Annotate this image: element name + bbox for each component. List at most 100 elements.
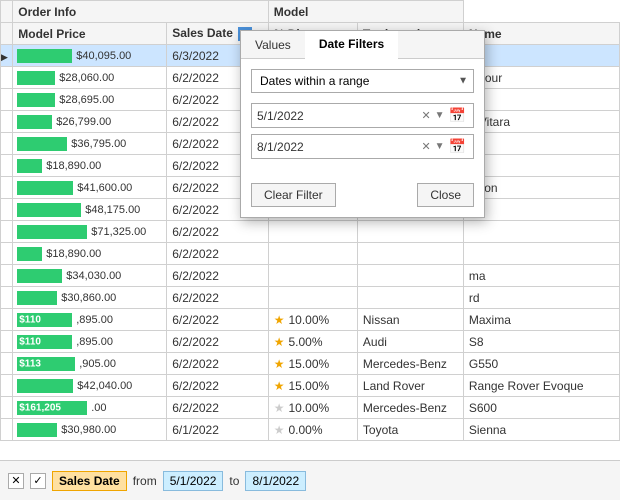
model-name-cell: dition [463, 177, 619, 199]
date-to-arrow-button[interactable]: ▼ [433, 141, 447, 152]
model-name-cell [463, 155, 619, 177]
row-indicator [1, 243, 13, 265]
date-to-row: ✕ ▼ 📅 [251, 134, 474, 159]
row-indicator [1, 155, 13, 177]
row-indicator [1, 265, 13, 287]
date-to-calendar-button[interactable]: 📅 [447, 138, 468, 155]
price-text: ,895.00 [76, 314, 113, 326]
price-text: $18,890.00 [46, 248, 101, 260]
price-cell: $40,095.00 [13, 45, 167, 67]
tab-date-filters[interactable]: Date Filters [305, 31, 398, 59]
date-cell: 6/2/2022 [167, 221, 269, 243]
price-text: $48,175.00 [85, 204, 140, 216]
row-indicator [1, 287, 13, 309]
model-name-cell: astour [463, 67, 619, 89]
date-to-clear-button[interactable]: ✕ [419, 140, 432, 153]
table-row[interactable]: $30,980.006/1/2022★0.00%ToyotaSienna [1, 419, 620, 441]
price-bar [17, 269, 62, 283]
price-bar [17, 247, 42, 261]
row-indicator [1, 89, 13, 111]
date-cell: 6/2/2022 [167, 331, 269, 353]
trademark-cell: Land Rover [357, 375, 463, 397]
table-row[interactable]: $161,205.006/2/2022★10.00%Mercedes-BenzS… [1, 397, 620, 419]
price-bar [17, 291, 57, 305]
date-cell: 6/2/2022 [167, 287, 269, 309]
date-filter-popup: Values Date Filters Dates within a range… [240, 30, 485, 218]
row-indicator [1, 419, 13, 441]
trademark-cell: Mercedes-Benz [357, 353, 463, 375]
date-cell: 6/2/2022 [167, 309, 269, 331]
price-text: $28,060.00 [59, 72, 114, 84]
star-gray-icon: ★ [274, 423, 285, 437]
date-from-row: ✕ ▼ 📅 [251, 103, 474, 128]
table-row[interactable]: $34,030.006/2/2022ma [1, 265, 620, 287]
price-bar: $161,205 [17, 401, 87, 415]
price-text: $30,980.00 [61, 424, 116, 436]
table-row[interactable]: $110,895.006/2/2022★5.00%AudiS8 [1, 331, 620, 353]
model-name-cell [463, 243, 619, 265]
discount-cell [268, 243, 357, 265]
model-name-cell: d Vitara [463, 111, 619, 133]
trademark-cell: Audi [357, 331, 463, 353]
row-indicator [1, 221, 13, 243]
discount-cell: ★10.00% [268, 309, 357, 331]
table-row[interactable]: $71,325.006/2/2022 [1, 221, 620, 243]
model-group-header: Model [268, 1, 463, 23]
price-text: $30,860.00 [61, 292, 116, 304]
row-indicator [1, 309, 13, 331]
price-cell: $48,175.00 [13, 199, 167, 221]
model-name-cell: Range Rover Evoque [463, 375, 619, 397]
price-cell: $30,980.00 [13, 419, 167, 441]
price-bar: $110 [17, 313, 72, 327]
date-cell: 6/2/2022 [167, 397, 269, 419]
price-text: ,895.00 [76, 336, 113, 348]
discount-cell: ★10.00% [268, 397, 357, 419]
price-cell: $30,860.00 [13, 287, 167, 309]
model-name-cell [463, 221, 619, 243]
price-cell: $41,600.00 [13, 177, 167, 199]
table-row[interactable]: $110,895.006/2/2022★10.00%NissanMaxima [1, 309, 620, 331]
date-to-input[interactable] [257, 140, 419, 154]
table-row[interactable]: $30,860.006/2/2022rd [1, 287, 620, 309]
trademark-cell: Nissan [357, 309, 463, 331]
table-row[interactable]: $113,905.006/2/2022★15.00%Mercedes-BenzG… [1, 353, 620, 375]
model-price-header: Model Price [13, 23, 167, 45]
star-gold-icon: ★ [274, 357, 285, 371]
date-from-calendar-button[interactable]: 📅 [447, 107, 468, 124]
close-button[interactable]: Close [417, 183, 474, 207]
price-bar [17, 225, 87, 239]
model-name-cell: a [463, 89, 619, 111]
price-bar [17, 203, 81, 217]
price-text: ,905.00 [79, 358, 116, 370]
model-name-cell: Sienna [463, 419, 619, 441]
price-bar [17, 379, 73, 393]
price-bar [17, 423, 57, 437]
price-bar [17, 137, 67, 151]
filter-bar-close-button[interactable]: ✕ [8, 473, 24, 489]
row-indicator [1, 397, 13, 419]
date-from-clear-button[interactable]: ✕ [419, 109, 432, 122]
date-cell: 6/2/2022 [167, 375, 269, 397]
price-bar [17, 115, 52, 129]
price-cell: $110 ,895.00 [13, 309, 167, 331]
row-indicator [1, 177, 13, 199]
price-cell: $71,325.00 [13, 221, 167, 243]
date-from-arrow-button[interactable]: ▼ [433, 110, 447, 121]
trademark-cell [357, 287, 463, 309]
filter-bar-from-value: 5/1/2022 [163, 471, 224, 491]
price-cell: $34,030.00 [13, 265, 167, 287]
price-bar [17, 181, 73, 195]
filter-type-select[interactable]: Dates within a range [251, 69, 474, 93]
price-text: $28,695.00 [59, 94, 114, 106]
table-row[interactable]: $18,890.006/2/2022 [1, 243, 620, 265]
trademark-cell [357, 243, 463, 265]
discount-cell [268, 287, 357, 309]
filter-bar-check-button[interactable]: ✓ [30, 473, 46, 489]
filter-bar-field-label: Sales Date [52, 471, 127, 491]
tab-values[interactable]: Values [241, 31, 305, 58]
clear-filter-button[interactable]: Clear Filter [251, 183, 336, 207]
date-from-input[interactable] [257, 109, 419, 123]
row-indicator [1, 133, 13, 155]
model-name-cell: S8 [463, 331, 619, 353]
table-row[interactable]: $42,040.006/2/2022★15.00%Land RoverRange… [1, 375, 620, 397]
